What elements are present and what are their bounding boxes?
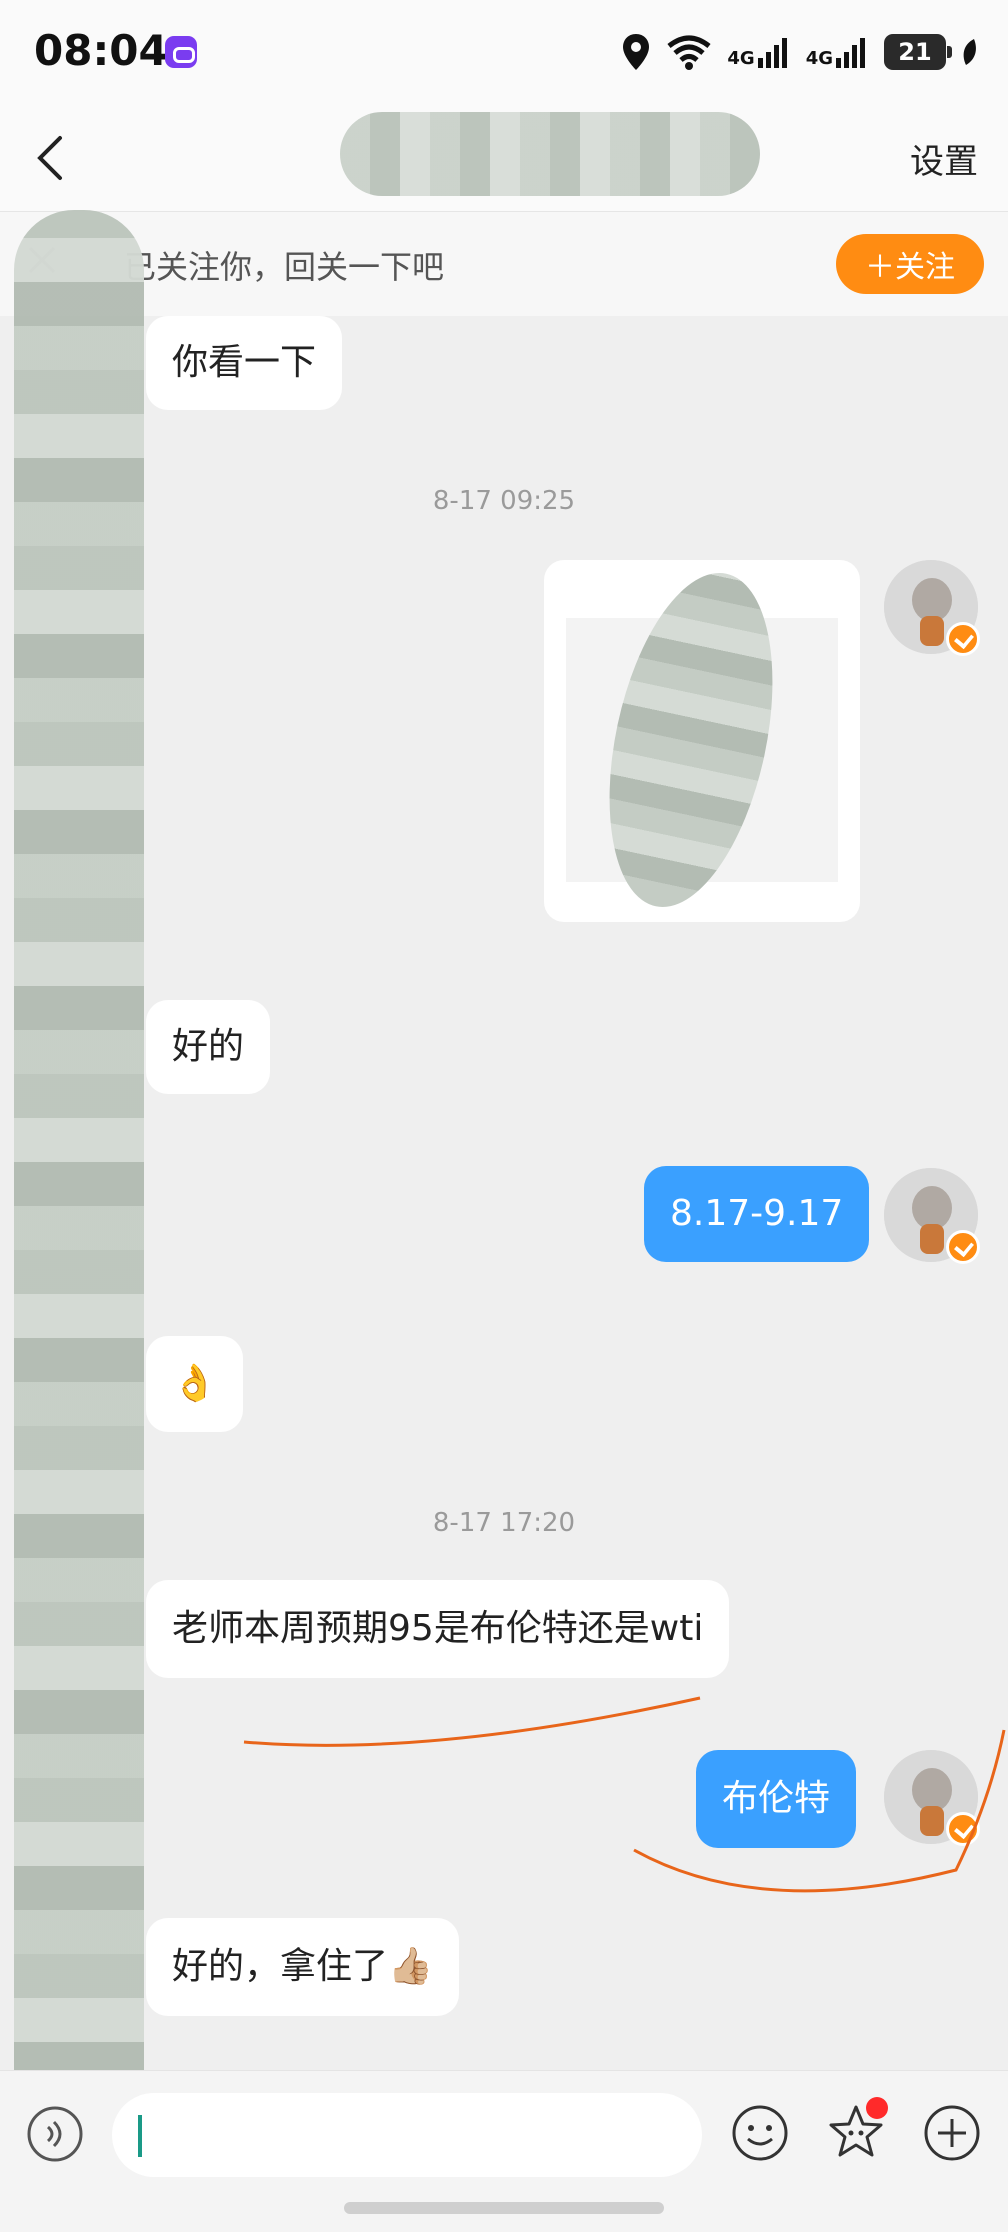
redacted-sender-avatars [14, 210, 144, 2130]
text-cursor [138, 2115, 142, 2157]
home-indicator[interactable] [344, 2202, 664, 2214]
annotation-underline [243, 1696, 701, 1747]
emoji-icon[interactable] [730, 2103, 790, 2163]
notification-dot [866, 2097, 888, 2119]
message-input[interactable] [112, 2093, 702, 2177]
annotation-strokes [243, 1696, 1006, 1893]
add-icon[interactable] [922, 2103, 982, 2163]
annotation-circle [633, 1729, 1006, 1893]
voice-icon[interactable] [26, 2105, 84, 2163]
